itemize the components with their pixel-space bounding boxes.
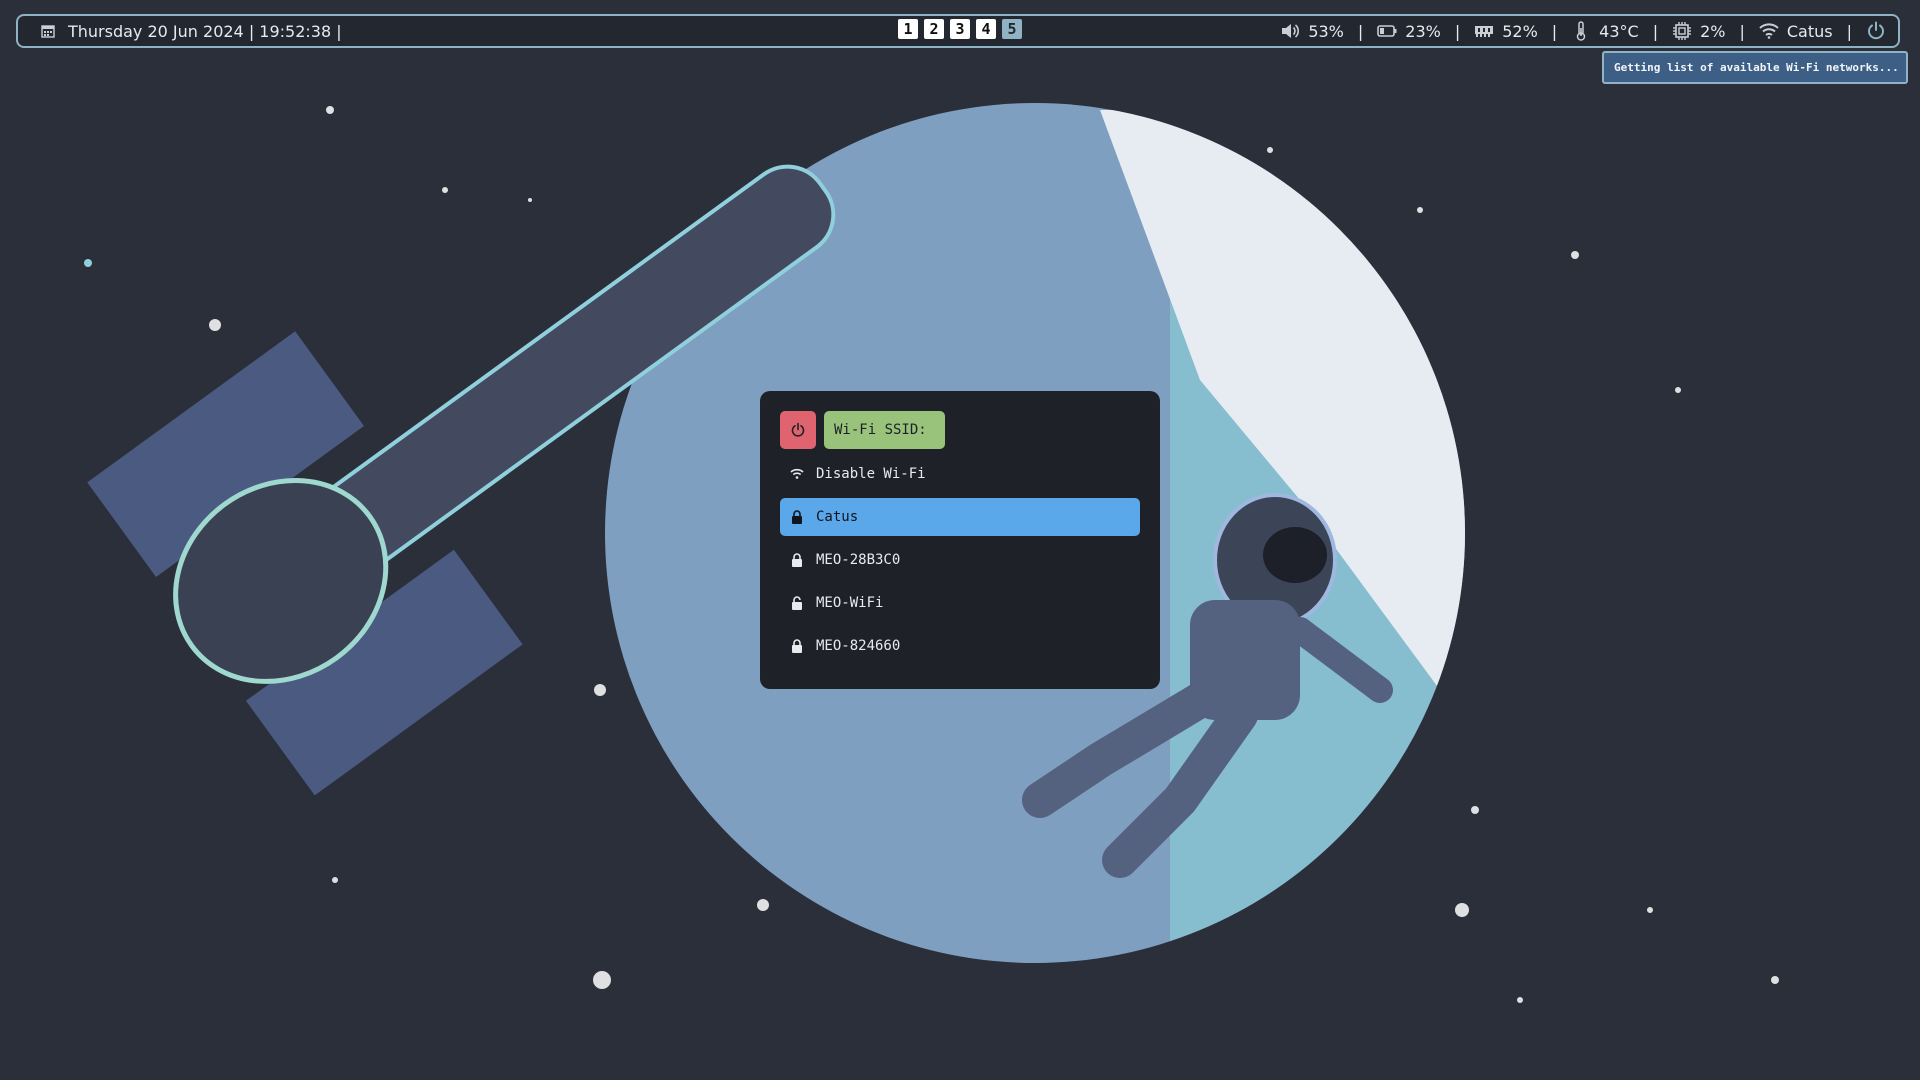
network-module[interactable]: Catus <box>1759 21 1833 41</box>
memory-icon <box>1474 21 1494 41</box>
disable-wifi-label: Disable Wi-Fi <box>816 466 926 482</box>
ssid-prompt[interactable]: Wi-Fi SSID: <box>824 411 945 449</box>
wifi-menu: Wi-Fi SSID: Disable Wi-Fi Catus MEO-28B3… <box>760 391 1160 689</box>
calendar-icon <box>38 21 58 41</box>
power-icon[interactable] <box>1866 21 1886 41</box>
lock-icon <box>790 639 804 653</box>
wifi-menu-header: Wi-Fi SSID: <box>780 411 1140 449</box>
network-item[interactable]: MEO-824660 <box>780 627 1140 665</box>
memory-value: 52% <box>1502 21 1538 41</box>
workspace-5-button[interactable]: 5 <box>1002 19 1022 39</box>
separator: | <box>1739 21 1745 41</box>
network-item[interactable]: Catus <box>780 498 1140 536</box>
workspace-2-button[interactable]: 2 <box>924 19 944 39</box>
lock-icon <box>790 553 804 567</box>
notification-text: Getting list of available Wi-Fi networks… <box>1614 61 1899 74</box>
volume-value: 53% <box>1308 21 1344 41</box>
separator: | <box>1357 21 1364 41</box>
network-ssid-label: Catus <box>816 509 859 525</box>
workspace-3-button[interactable]: 3 <box>950 19 970 39</box>
network-ssid-label: MEO-824660 <box>816 638 901 654</box>
notification-popup[interactable]: Getting list of available Wi-Fi networks… <box>1602 51 1908 84</box>
cpu-value: 2% <box>1700 21 1726 41</box>
cpu-icon <box>1672 21 1692 41</box>
workspace-switcher: 1 2 3 4 5 <box>898 19 1022 39</box>
clock-module[interactable]: Thursday 20 Jun 2024 | 19:52:38 | <box>38 16 342 46</box>
battery-value: 23% <box>1405 21 1441 41</box>
separator: | <box>1551 21 1558 41</box>
separator: | <box>1652 21 1659 41</box>
temperature-value: 43°C <box>1599 21 1639 41</box>
cpu-module[interactable]: 2% <box>1672 21 1725 41</box>
volume-module[interactable]: 53% <box>1280 21 1344 41</box>
speaker-icon <box>1280 21 1300 41</box>
network-item[interactable]: MEO-WiFi <box>780 584 1140 622</box>
separator: | <box>1846 21 1852 41</box>
workspace-1-button[interactable]: 1 <box>898 19 918 39</box>
unlock-icon <box>790 596 804 610</box>
memory-module[interactable]: 52% <box>1474 21 1538 41</box>
datetime-text: Thursday 20 Jun 2024 | 19:52:38 | <box>68 21 342 41</box>
network-ssid: Catus <box>1786 21 1833 41</box>
wifi-power-button[interactable] <box>780 411 816 449</box>
wifi-icon <box>790 467 804 481</box>
separator: | <box>1454 21 1461 41</box>
wifi-icon <box>1759 21 1779 41</box>
power-icon <box>788 420 808 440</box>
battery-icon <box>1377 21 1397 41</box>
network-ssid-label: MEO-WiFi <box>816 595 884 611</box>
thermometer-icon <box>1571 21 1591 41</box>
system-modules: 53% | 23% | 52% | 43°C | 2% | Catus | <box>1280 16 1886 46</box>
network-item[interactable]: MEO-28B3C0 <box>780 541 1140 579</box>
disable-wifi-option[interactable]: Disable Wi-Fi <box>780 455 1140 493</box>
battery-module[interactable]: 23% <box>1377 21 1441 41</box>
lock-icon <box>790 510 804 524</box>
top-status-bar: Thursday 20 Jun 2024 | 19:52:38 | 1 2 3 … <box>16 14 1900 48</box>
temperature-module[interactable]: 43°C <box>1571 21 1639 41</box>
workspace-4-button[interactable]: 4 <box>976 19 996 39</box>
network-ssid-label: MEO-28B3C0 <box>816 552 901 568</box>
